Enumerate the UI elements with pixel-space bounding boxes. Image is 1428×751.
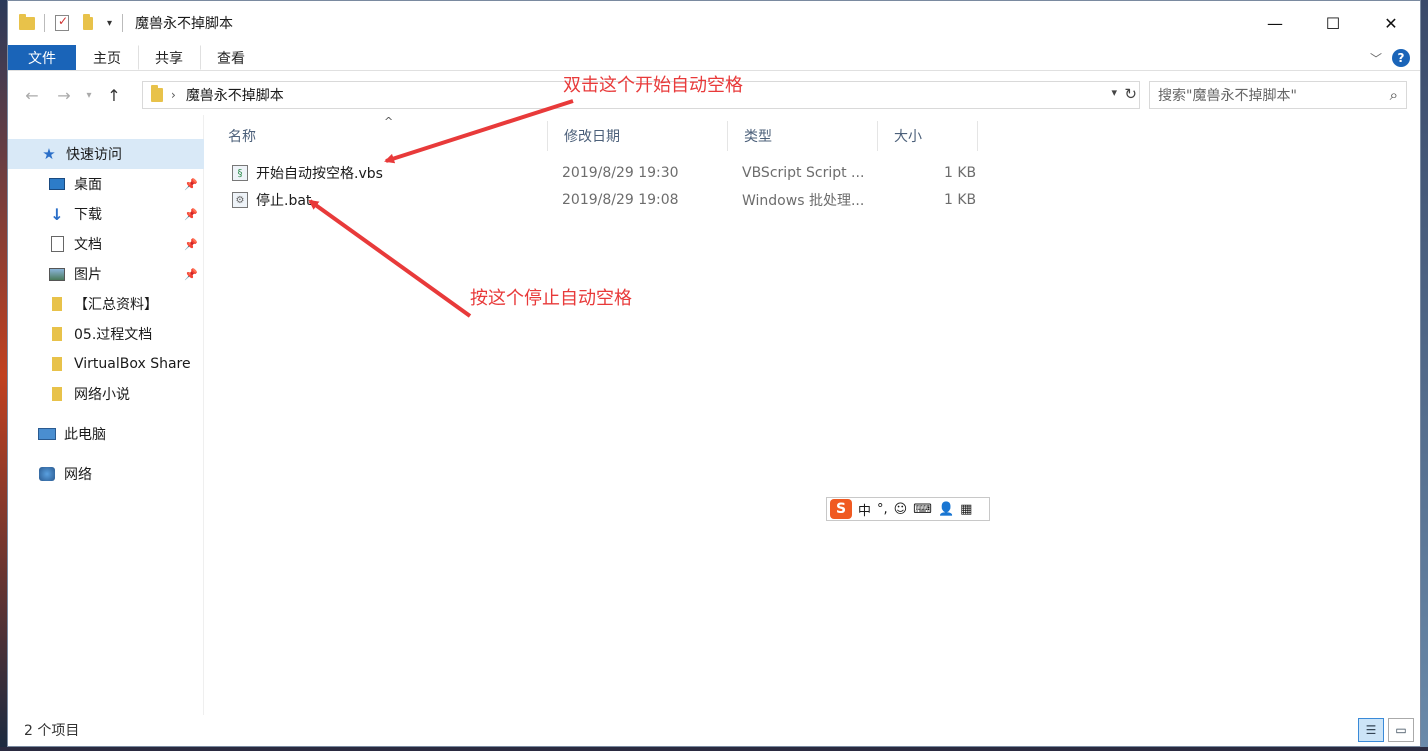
keyboard-icon[interactable]: ⌨ (913, 502, 932, 517)
annotation-arrow-stop (308, 199, 472, 318)
desktop-background-left (0, 0, 7, 751)
emoji-icon[interactable]: ☺ (894, 502, 908, 517)
explorer-window: ▾ 魔兽永不掉脚本 — ☐ ✕ 文件 主页 共享 查看 ﹀ ? ← → ▾ ↑ … (7, 0, 1421, 747)
annotation-arrows (308, 99, 574, 318)
desktop-background-right (1421, 0, 1428, 751)
large-icons-view-icon[interactable]: ▭ (1388, 718, 1414, 742)
annotation-arrow-start (384, 99, 574, 164)
annotation-start-text: 双击这个开始自动空格 (563, 75, 743, 96)
annotation-stop-text: 按这个停止自动空格 (470, 288, 632, 309)
sogou-logo-icon[interactable]: S (830, 499, 852, 519)
toolbox-icon[interactable]: ▦ (960, 502, 972, 517)
ime-punctuation-toggle[interactable]: °, (877, 502, 888, 517)
desktop-background-bottom (0, 747, 1428, 751)
ime-toolbar: S 中 °, ☺ ⌨ 👤 ▦ (826, 497, 990, 521)
ime-mode-toggle[interactable]: 中 (858, 500, 871, 519)
details-view-icon[interactable]: ☰ (1358, 718, 1384, 742)
status-bar: 2 个项目 ☰ ▭ (8, 714, 1420, 746)
item-count: 2 个项目 (24, 723, 80, 739)
user-icon[interactable]: 👤 (938, 502, 954, 517)
view-switcher: ☰ ▭ (1358, 718, 1414, 742)
